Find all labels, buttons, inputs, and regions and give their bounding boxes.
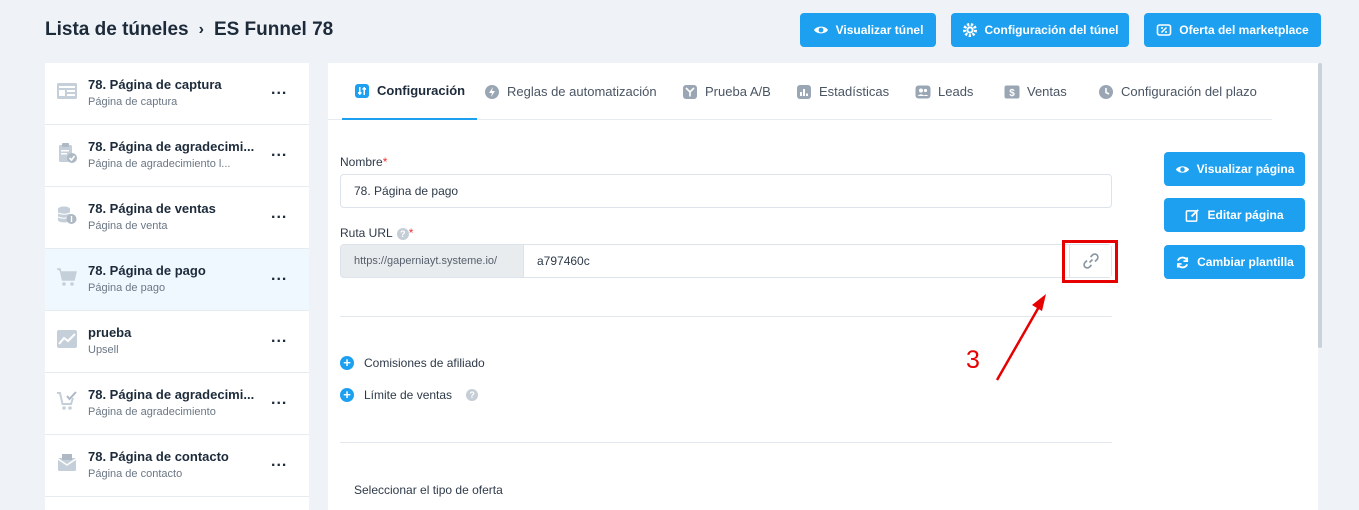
- clipboard-check-icon: [59, 143, 77, 163]
- step-subtitle: Página de contacto: [88, 468, 183, 480]
- url-domain-prefix: https://gaperniayt.systeme.io/: [340, 244, 524, 278]
- change-template-button[interactable]: Cambiar plantilla: [1164, 245, 1305, 279]
- cart-icon: [57, 268, 77, 286]
- step-title: 78. Página de pago: [88, 263, 206, 278]
- step-more-menu-button[interactable]: ...: [271, 391, 287, 409]
- edit-icon: [1186, 208, 1200, 222]
- step-subtitle: Página de agradecimiento l...: [88, 158, 231, 170]
- divider: [340, 442, 1112, 443]
- name-label: Nombre*: [340, 155, 388, 169]
- name-input[interactable]: 78. Página de pago: [340, 174, 1112, 208]
- help-icon[interactable]: ?: [466, 389, 479, 401]
- step-title: 78. Página de agradecimi...: [88, 139, 255, 154]
- annotation-step-number: 3: [966, 346, 980, 374]
- page-header: Lista de túneles › ES Funnel 78 Visualiz…: [0, 0, 1359, 60]
- preview-funnel-button[interactable]: Visualizar túnel: [800, 13, 936, 47]
- preview-page-button[interactable]: Visualizar página: [1164, 152, 1305, 186]
- step-title: prueba: [88, 325, 132, 340]
- step-title: 78. Página de captura: [88, 77, 222, 92]
- eye-icon: [1175, 165, 1189, 173]
- clock-icon: [1099, 84, 1113, 99]
- edit-page-button[interactable]: Editar página: [1164, 198, 1305, 232]
- chart-up-icon: [57, 330, 77, 348]
- funnel-settings-button[interactable]: Configuración del túnel: [951, 13, 1129, 47]
- step-more-menu-button[interactable]: ...: [271, 453, 287, 471]
- bar-chart-icon: [797, 84, 811, 99]
- tab-ventas[interactable]: $ Ventas: [1004, 63, 1067, 120]
- funnel-step-item-active[interactable]: 78. Página de pago Página de pago ...: [45, 249, 309, 311]
- users-icon: [915, 85, 931, 98]
- url-path-input[interactable]: a797460c: [523, 244, 1112, 278]
- funnel-step-item[interactable]: 78. Página de ventas Página de venta ...: [45, 187, 309, 249]
- step-more-menu-button[interactable]: ...: [271, 81, 287, 99]
- tab-prueba-ab[interactable]: Prueba A/B: [682, 63, 771, 120]
- squeeze-page-icon: [57, 83, 77, 99]
- step-subtitle: Página de captura: [88, 96, 178, 108]
- tab-configuracion-del-plazo[interactable]: Configuración del plazo: [1098, 63, 1257, 120]
- breadcrumb: Lista de túneles › ES Funnel 78: [45, 19, 333, 41]
- cart-check-icon: [57, 391, 77, 410]
- funnel-step-item[interactable]: 78. Página de captura Página de captura …: [45, 63, 309, 125]
- step-more-menu-button[interactable]: ...: [271, 143, 287, 161]
- tab-configuracion[interactable]: Configuración: [342, 63, 478, 120]
- annotation-highlight-box: [1062, 240, 1118, 283]
- tab-estadisticas[interactable]: Estadísticas: [796, 63, 889, 120]
- url-path-label: Ruta URL? *: [340, 226, 414, 240]
- settings-tabs: Configuración Reglas de automatización P…: [328, 63, 1272, 120]
- funnel-step-item[interactable]: 78. Página de agradecimi... Página de ag…: [45, 373, 309, 435]
- funnel-step-item[interactable]: 78. Página de agradecimi... Página de ag…: [45, 125, 309, 187]
- step-title: 78. Página de ventas: [88, 201, 216, 216]
- settings-sliders-icon: [355, 83, 369, 98]
- scrollbar[interactable]: [1318, 63, 1322, 348]
- step-subtitle: Página de agradecimiento: [88, 406, 216, 418]
- breadcrumb-funnel-list[interactable]: Lista de túneles: [45, 19, 189, 41]
- refresh-icon: [1177, 256, 1189, 268]
- annotation-arrow-icon: [995, 294, 1046, 381]
- step-subtitle: Página de venta: [88, 220, 168, 232]
- split-test-icon: [683, 84, 697, 99]
- tab-leads[interactable]: Leads: [915, 63, 973, 120]
- chevron-right-icon: ›: [198, 21, 204, 38]
- step-more-menu-button[interactable]: ...: [271, 267, 287, 285]
- step-title: 78. Página de contacto: [88, 449, 229, 464]
- plus-circle-icon: +: [340, 356, 354, 370]
- page-title: ES Funnel 78: [213, 19, 334, 40]
- step-more-menu-button[interactable]: ...: [271, 205, 287, 223]
- svg-text:$: $: [1009, 88, 1015, 99]
- affiliate-commissions-toggle[interactable]: + Comisiones de afiliado: [340, 356, 485, 370]
- discount-tag-icon: [1156, 24, 1172, 36]
- lightning-icon: [485, 84, 499, 99]
- step-settings-panel: Configuración Reglas de automatización P…: [328, 63, 1318, 510]
- gear-icon: [962, 23, 977, 37]
- step-subtitle: Upsell: [88, 344, 119, 356]
- funnel-step-item[interactable]: 78. Página de contacto Página de contact…: [45, 435, 309, 497]
- step-more-menu-button[interactable]: ...: [271, 329, 287, 347]
- tab-reglas-de-automatizacion[interactable]: Reglas de automatización: [484, 63, 657, 120]
- eye-icon: [813, 26, 828, 34]
- help-icon[interactable]: ?: [396, 227, 409, 240]
- funnel-step-item[interactable]: prueba Upsell ...: [45, 311, 309, 373]
- envelope-icon: [57, 454, 77, 471]
- coins-icon: [57, 206, 77, 224]
- plus-circle-icon: +: [340, 388, 354, 402]
- sales-limit-toggle[interactable]: + Límite de ventas?: [340, 388, 479, 402]
- step-subtitle: Página de pago: [88, 282, 166, 294]
- offer-type-label: Seleccionar el tipo de oferta: [354, 483, 503, 497]
- step-title: 78. Página de agradecimi...: [88, 387, 255, 402]
- funnel-steps-sidebar: 78. Página de captura Página de captura …: [45, 63, 309, 510]
- marketplace-offer-button[interactable]: Oferta del marketplace: [1144, 13, 1321, 47]
- dollar-icon: $: [1004, 85, 1020, 99]
